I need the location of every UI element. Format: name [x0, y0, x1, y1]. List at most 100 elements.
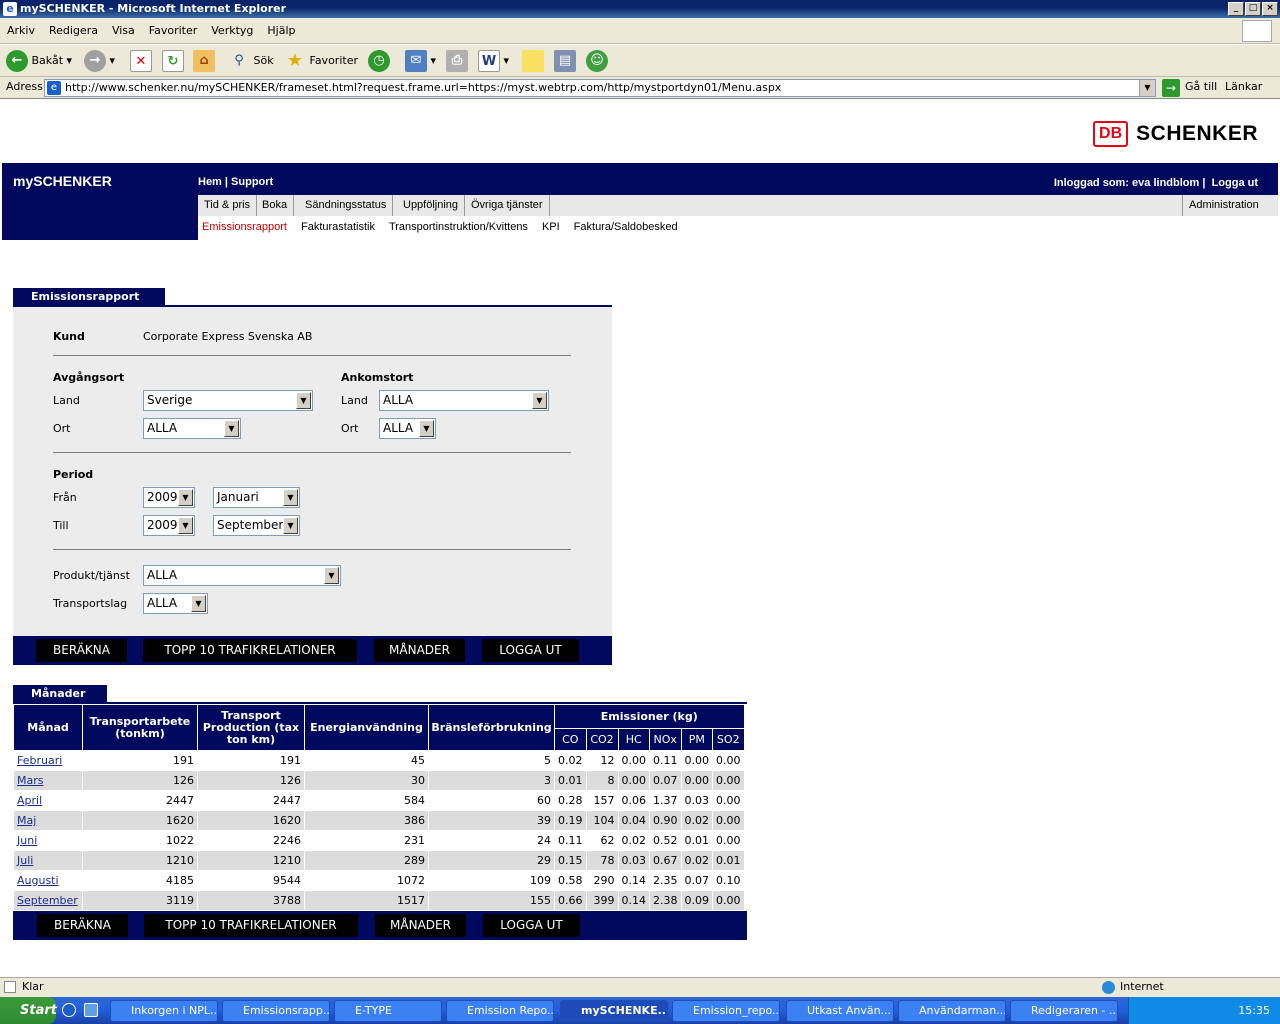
table-cell: 386	[304, 810, 429, 831]
table-cell: 0.03	[680, 790, 713, 811]
ie-quicklaunch-icon[interactable]	[62, 1003, 76, 1017]
page-viewport: DB SCHENKER mySCHENKER Hem | Support Inl…	[2, 101, 1278, 976]
taskbar-item[interactable]: Utkast Använ...	[786, 1000, 894, 1022]
menu-verktyg[interactable]: Verktyg	[204, 18, 260, 44]
home-button[interactable]: ⌂	[193, 49, 215, 73]
table-cell: 231	[304, 830, 429, 851]
subnav-fakturastatistik[interactable]: Fakturastatistik	[301, 221, 375, 233]
month-link[interactable]: September	[13, 890, 83, 911]
tab-tid-pris[interactable]: Tid & pris	[198, 195, 258, 216]
till-year-select[interactable]: 2009 ▼	[143, 515, 195, 536]
research-button[interactable]: ▤	[554, 49, 576, 73]
taskbar-item[interactable]: mySCHENKE...	[560, 1000, 668, 1022]
subnav-faktura-saldobesked[interactable]: Faktura/Saldobesked	[574, 221, 678, 233]
subnav-kpi[interactable]: KPI	[542, 221, 560, 233]
table-cell: 1022	[82, 830, 198, 851]
topp10-button[interactable]: TOPP 10 TRAFIKRELATIONER	[143, 639, 357, 662]
go-button[interactable]: Gå till	[1185, 80, 1217, 93]
taskbar-item[interactable]: E-TYPE	[334, 1000, 442, 1022]
tab-ovriga-tjanster[interactable]: Övriga tjänster	[465, 195, 550, 216]
schenker-logo[interactable]: DB SCHENKER	[1093, 120, 1258, 148]
table-cell: 12	[585, 750, 619, 771]
month-link[interactable]: Juli	[13, 850, 83, 871]
manader-button-2[interactable]: MÅNADER	[375, 914, 466, 937]
menu-redigera[interactable]: Redigera	[42, 18, 105, 44]
close-icon[interactable]: ×	[1262, 2, 1278, 16]
table-cell: 0.01	[554, 770, 587, 791]
table-cell: 0.15	[554, 850, 587, 871]
start-button[interactable]: Start	[0, 997, 57, 1024]
links-button[interactable]: Länkar	[1225, 80, 1262, 93]
menu-arkiv[interactable]: Arkiv	[0, 18, 42, 44]
subnav-emissionsrapport[interactable]: Emissionsrapport	[202, 221, 287, 233]
address-dropdown-icon[interactable]: ▼	[1139, 80, 1155, 96]
logga-ut-button[interactable]: LOGGA UT	[482, 639, 579, 662]
tab-uppfoljning[interactable]: Uppföljning	[397, 195, 466, 216]
ankomst-land-select[interactable]: ALLA ▼	[379, 390, 549, 411]
table-cell: 3	[428, 770, 555, 791]
topp10-button-2[interactable]: TOPP 10 TRAFIKRELATIONER	[144, 914, 358, 937]
ankomst-ort-select[interactable]: ALLA ▼	[379, 418, 436, 439]
month-link[interactable]: Februari	[13, 750, 83, 771]
fran-month-select[interactable]: Januari ▼	[213, 487, 300, 508]
fran-label: Från	[53, 491, 77, 504]
favorites-button[interactable]: ★ Favoriter	[284, 49, 358, 73]
notes-button[interactable]	[522, 49, 544, 73]
manader-button[interactable]: MÅNADER	[374, 639, 465, 662]
forward-button[interactable]: → ▾	[84, 49, 115, 73]
outlook-quicklaunch-icon[interactable]	[84, 1003, 98, 1017]
till-month-select[interactable]: September ▼	[213, 515, 300, 536]
stop-button[interactable]: ✕	[130, 49, 152, 73]
maximize-icon[interactable]: □	[1245, 2, 1261, 16]
menu-hjalp[interactable]: Hjälp	[260, 18, 302, 44]
tab-boka[interactable]: Boka	[256, 195, 295, 216]
history-button[interactable]: ◷	[368, 49, 390, 73]
messenger-button[interactable]: ☺	[586, 49, 608, 73]
header-transportarbete: Transportarbete (tonkm)	[82, 704, 198, 751]
chevron-down-icon: ▼	[324, 567, 339, 584]
support-link[interactable]: Support	[231, 176, 273, 188]
month-link[interactable]: Augusti	[13, 870, 83, 891]
subnav-transportinstruktion[interactable]: Transportinstruktion/Kvittens	[389, 221, 528, 233]
month-link[interactable]: Juni	[13, 830, 83, 851]
top-links: Hem | Support	[198, 176, 273, 188]
table-cell: 62	[585, 830, 619, 851]
tab-administration[interactable]: Administration	[1182, 195, 1265, 216]
produkt-select[interactable]: ALLA ▼	[143, 565, 341, 586]
menu-favoriter[interactable]: Favoriter	[142, 18, 204, 44]
logout-link[interactable]: Logga ut	[1212, 177, 1258, 189]
transportslag-select[interactable]: ALLA ▼	[143, 593, 208, 614]
table-cell: 2447	[82, 790, 198, 811]
month-link[interactable]: April	[13, 790, 83, 811]
month-link[interactable]: Mars	[13, 770, 83, 791]
berakna-button-2[interactable]: BERÄKNA	[37, 914, 128, 937]
avgang-land-select[interactable]: Sverige ▼	[143, 390, 313, 411]
home-link[interactable]: Hem	[198, 176, 222, 188]
edit-button[interactable]: W ▾	[478, 49, 509, 73]
tab-sandningsstatus[interactable]: Sändningsstatus	[299, 195, 394, 216]
go-arrow-icon[interactable]: →	[1162, 79, 1180, 97]
back-button[interactable]: ← Bakåt ▾	[6, 49, 72, 73]
menu-visa[interactable]: Visa	[105, 18, 142, 44]
search-button[interactable]: ⚲ Sök	[228, 49, 274, 73]
taskbar-item[interactable]: Emission_repo...	[672, 1000, 780, 1022]
taskbar-item[interactable]: Användarman...	[898, 1000, 1006, 1022]
berakna-button[interactable]: BERÄKNA	[36, 639, 127, 662]
minimize-icon[interactable]: _	[1228, 2, 1244, 16]
taskbar-item[interactable]: Emissionsrapp...	[222, 1000, 330, 1022]
fran-year-select[interactable]: 2009 ▼	[143, 487, 195, 508]
address-input[interactable]: e http://www.schenker.nu/mySCHENKER/fram…	[44, 79, 1156, 97]
table-cell: 0.07	[649, 770, 682, 791]
print-button[interactable]: ⎙	[446, 49, 468, 73]
table-cell: 0.09	[680, 890, 713, 911]
month-link[interactable]: Maj	[13, 810, 83, 831]
section-tab-manader: Månader	[13, 685, 107, 703]
mail-button[interactable]: ✉ ▾	[405, 49, 436, 73]
avgang-ort-select[interactable]: ALLA ▼	[143, 418, 241, 439]
taskbar-item[interactable]: Inkorgen i NPL...	[110, 1000, 218, 1022]
logga-ut-button-2[interactable]: LOGGA UT	[483, 914, 580, 937]
subheader-so2: SO2	[712, 728, 745, 751]
taskbar-item[interactable]: Emission Repo...	[446, 1000, 554, 1022]
taskbar-item[interactable]: Redigeraren - ...	[1010, 1000, 1118, 1022]
refresh-button[interactable]: ↻	[162, 49, 184, 73]
